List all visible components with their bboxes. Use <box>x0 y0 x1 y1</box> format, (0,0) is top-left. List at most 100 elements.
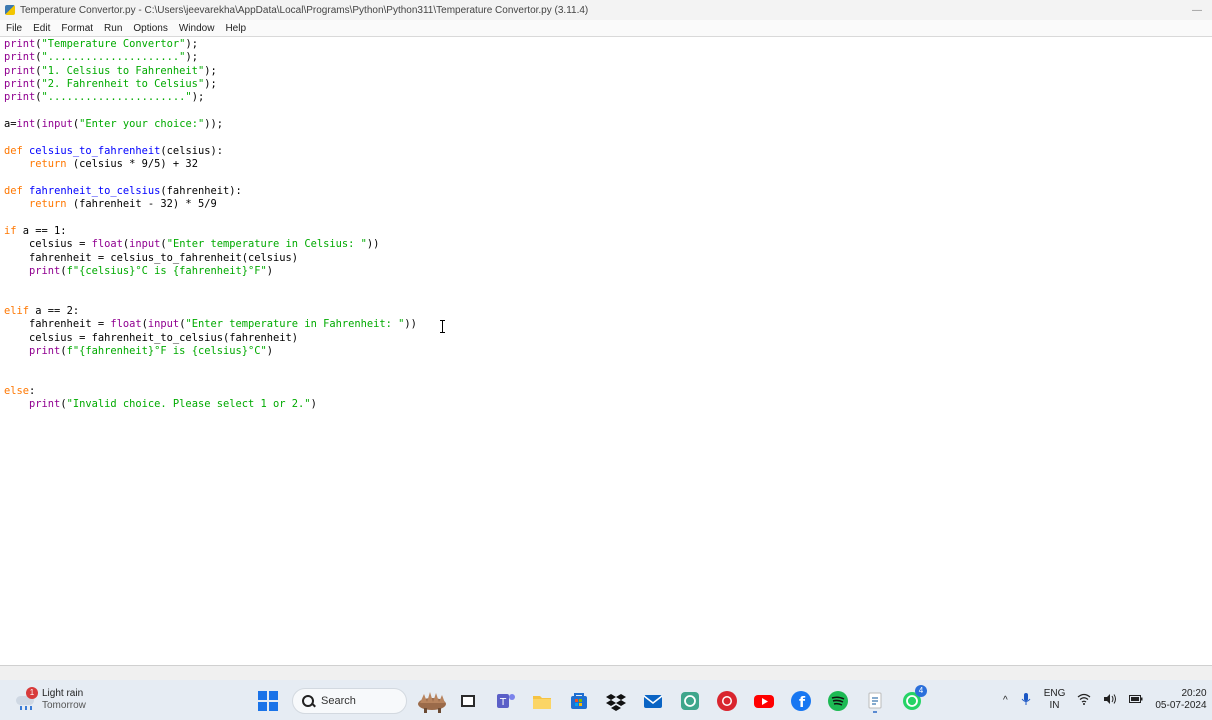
code-token: "Temperature Convertor" <box>41 38 186 50</box>
code-line: return (celsius * 9/5) + 32 <box>4 158 198 171</box>
code-token: a == 2: <box>29 305 80 317</box>
teams-icon[interactable]: T <box>492 688 518 714</box>
code-token: (fahrenheit): <box>160 184 242 197</box>
code-line: def fahrenheit_to_celsius(fahrenheit): <box>4 185 242 198</box>
microsoft-store-icon[interactable] <box>566 688 592 714</box>
code-token: print <box>4 38 36 50</box>
menu-format[interactable]: Format <box>55 23 98 34</box>
windows-logo-icon <box>258 691 278 711</box>
language-indicator[interactable]: ENG IN <box>1044 688 1066 712</box>
code-line: fahrenheit = celsius_to_fahrenheit(celsi… <box>4 252 298 265</box>
start-button[interactable] <box>255 688 281 714</box>
code-token: input <box>41 118 73 131</box>
screen-recorder-icon[interactable] <box>714 688 740 714</box>
battery-icon[interactable] <box>1129 694 1143 707</box>
status-strip <box>0 665 1212 681</box>
code-token: ); <box>204 64 217 77</box>
code-token: print <box>29 345 61 358</box>
code-token: ); <box>204 78 217 91</box>
code-token: ); <box>185 51 198 64</box>
facebook-icon[interactable]: f <box>788 688 814 714</box>
taskbar: 1 Light rain Tomorrow Search T f 4 ^ ENG… <box>0 680 1212 720</box>
code-token: print <box>4 64 36 77</box>
code-token: if <box>4 224 17 237</box>
code-line: celsius = float(input("Enter temperature… <box>4 238 379 251</box>
wifi-icon[interactable] <box>1077 693 1091 708</box>
menu-help[interactable]: Help <box>219 23 251 34</box>
clock-time: 20:20 <box>1181 688 1207 699</box>
code-token: return <box>29 158 67 171</box>
code-token: print <box>4 91 36 104</box>
title-bar[interactable]: Temperature Convertor.py - C:\Users\jeev… <box>0 0 1212 20</box>
task-view-icon[interactable] <box>455 688 481 714</box>
weather-subtitle: Tomorrow <box>42 700 86 711</box>
dropbox-icon[interactable] <box>603 688 629 714</box>
menu-bar: File Edit Format Run Options Window Help <box>0 20 1212 37</box>
mail-icon[interactable] <box>640 688 666 714</box>
code-token: def <box>4 144 23 157</box>
code-token: "Enter temperature in Fahrenheit: " <box>185 318 405 331</box>
code-token: ) <box>310 398 317 411</box>
clock[interactable]: 20:20 05-07-2024 <box>1155 688 1206 712</box>
code-line: fahrenheit = float(input("Enter temperat… <box>4 318 417 331</box>
code-token: (fahrenheit - 32) * 5/9 <box>66 198 217 211</box>
code-token: celsius = <box>4 238 92 251</box>
code-token: )); <box>204 118 224 131</box>
menu-window[interactable]: Window <box>173 23 220 34</box>
code-token: f"{celsius}°C is {fahrenheit}°F" <box>66 264 267 277</box>
chatgpt-icon[interactable] <box>677 688 703 714</box>
python-idle-taskbar-icon[interactable] <box>862 688 888 714</box>
code-token: a= <box>4 118 17 131</box>
search-label: Search <box>321 695 356 707</box>
microphone-icon[interactable] <box>1020 692 1032 709</box>
code-token: print <box>29 264 61 277</box>
window-title: Temperature Convertor.py - C:\Users\jeev… <box>20 4 589 16</box>
language-code: ENG <box>1043 688 1066 699</box>
code-token: "2. Fahrenheit to Celsius" <box>41 78 205 91</box>
region-code: IN <box>1049 700 1060 711</box>
code-token: ); <box>191 91 205 104</box>
menu-run[interactable]: Run <box>98 23 127 34</box>
code-token: (celsius * 9/5) + 32 <box>66 158 198 171</box>
youtube-icon[interactable] <box>751 688 777 714</box>
code-line: print("1. Celsius to Fahrenheit"); <box>4 65 217 78</box>
minimize-button[interactable]: — <box>1182 5 1212 16</box>
svg-text:f: f <box>799 695 806 711</box>
code-line: print("......................"); <box>4 91 204 104</box>
spotify-icon[interactable] <box>825 688 851 714</box>
weather-widget[interactable]: 1 Light rain Tomorrow <box>14 686 86 714</box>
code-token: return <box>29 198 67 211</box>
code-line: else: <box>4 385 35 398</box>
code-line: print(f"{celsius}°C is {fahrenheit}°F") <box>4 265 273 278</box>
menu-file[interactable]: File <box>0 23 27 34</box>
text-cursor-icon <box>440 320 446 333</box>
menu-edit[interactable]: Edit <box>27 23 55 34</box>
code-line: print("Temperature Convertor"); <box>4 38 198 51</box>
code-token: "Invalid choice. Please select 1 or 2." <box>66 398 311 411</box>
code-token: : <box>29 385 36 398</box>
code-token: fahrenheit = <box>4 318 111 331</box>
code-token: ) <box>266 345 274 358</box>
menu-options[interactable]: Options <box>127 23 172 34</box>
tray-chevron-icon[interactable]: ^ <box>1003 695 1008 706</box>
code-token: fahrenheit_to_celsius <box>29 184 161 197</box>
code-token: (celsius): <box>160 144 223 157</box>
code-token: "Enter your choice:" <box>79 118 205 131</box>
taskbar-search[interactable]: Search <box>292 688 407 714</box>
notification-badge: 1 <box>26 687 38 699</box>
code-line: print(f"{fahrenheit}°F is {celsius}°C") <box>4 345 273 358</box>
code-line: print("2. Fahrenheit to Celsius"); <box>4 78 217 91</box>
volume-icon[interactable] <box>1103 693 1117 708</box>
search-icon <box>301 694 315 708</box>
code-token: "......................" <box>41 91 192 104</box>
code-token: )) <box>366 238 380 251</box>
code-token: float <box>91 238 123 251</box>
code-editor[interactable]: print("Temperature Convertor"); print("..… <box>0 37 1212 665</box>
file-explorer-icon[interactable] <box>529 688 555 714</box>
code-token: fahrenheit = celsius_to_fahrenheit(celsi… <box>4 251 299 264</box>
whatsapp-icon[interactable]: 4 <box>899 685 927 714</box>
dinosaur-widget-icon[interactable] <box>418 688 446 714</box>
